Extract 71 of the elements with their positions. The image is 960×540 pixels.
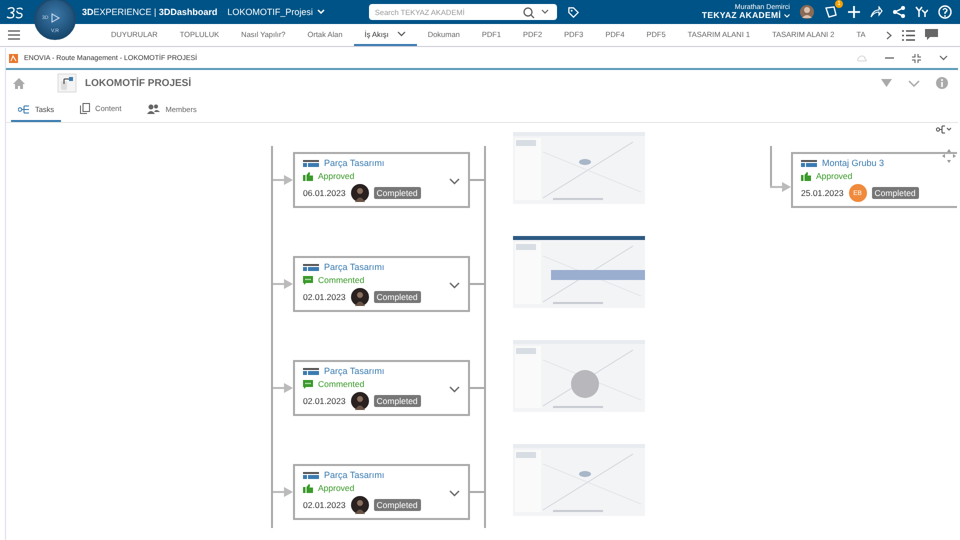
task-date: 06.01.2023 [303,188,346,198]
task-title[interactable]: Parça Tasarımı [324,158,384,168]
tag-icon[interactable] [566,6,580,18]
route-icon [57,73,77,93]
flow-icon[interactable] [18,105,30,114]
help-icon[interactable] [938,5,952,19]
status-badge: Completed [374,395,421,407]
caret-icon[interactable] [449,178,460,185]
caret-icon[interactable] [540,9,549,15]
task-card[interactable]: Parça Tasarımı Approved 02.01.2023 Completed [293,464,470,520]
avatar [350,392,369,410]
task-title[interactable]: Parça Tasarımı [324,366,384,376]
chat-icon[interactable] [925,29,938,41]
tenant-menu[interactable]: TEKYAZ AKADEMİ [702,11,781,20]
people-icon[interactable] [147,104,160,114]
task-card[interactable]: Parça Tasarımı Commented 02.01.2023 Completed [293,256,470,312]
avatar[interactable] [800,5,814,19]
connector-arrow [770,182,791,192]
connector-arrow [273,487,293,497]
plus-icon[interactable] [848,6,860,18]
caret-icon[interactable] [396,31,406,37]
task-date: 25.01.2023 [801,188,844,198]
task-title[interactable]: Parça Tasarımı [324,470,384,480]
app-title: 3DEXPERIENCE | 3DDashboard [82,7,218,17]
expand-icon[interactable] [912,54,921,62]
task-title[interactable]: Parça Tasarımı [324,262,384,272]
play-icon[interactable] [50,13,60,23]
task-card[interactable]: Parça Tasarımı Approved 06.01.2023 Completed [293,152,470,208]
status-badge: Completed [374,187,421,199]
task-status: Commented [318,379,364,389]
move-icon[interactable] [942,149,956,163]
task-status: Commented [318,275,364,285]
task-icon [303,368,319,374]
task-status: Approved [816,171,852,181]
avatar [350,496,369,514]
minimize-icon[interactable] [885,57,894,59]
layout-icon[interactable] [936,125,952,134]
connector-arrow [273,383,293,393]
task-icon [303,264,319,270]
share-icon[interactable] [893,6,905,18]
task-date: 02.01.2023 [303,292,346,302]
avatar [350,184,369,202]
status-badge: Completed [374,291,421,303]
status-badge: Completed [374,499,421,511]
search-icon[interactable] [522,7,535,19]
task-date: 02.01.2023 [303,396,346,406]
chevron-right-icon[interactable] [886,30,892,40]
task-status: Approved [318,483,354,493]
task-status: Approved [318,171,354,181]
app-icon [9,54,18,62]
task-icon [303,472,319,478]
dashboard-menu[interactable]: LOKOMOTIF_Projesi [227,7,325,17]
task-icon [801,160,817,166]
connector-arrow [273,279,293,289]
caret-icon[interactable] [449,490,460,497]
status-badge: Completed [872,187,919,199]
task-date: 02.01.2023 [303,500,346,510]
route-title: LOKOMOTİF PROJESİ [85,78,192,88]
menu-icon[interactable] [8,30,20,40]
share-arrow-icon[interactable] [870,6,883,18]
task-title[interactable]: Montaj Grubu 3 [822,158,884,168]
connector-arrow [273,175,293,185]
logo-icon[interactable] [6,6,24,18]
caret-icon[interactable] [939,55,948,61]
document-icon[interactable] [80,103,90,114]
caret-icon[interactable] [449,386,460,393]
task-card[interactable]: Parça Tasarımı Commented 02.01.2023 Completed [293,360,470,416]
list-icon[interactable] [902,30,916,40]
caret-icon[interactable] [449,282,460,289]
avatar [350,288,369,306]
task-icon [303,160,319,166]
